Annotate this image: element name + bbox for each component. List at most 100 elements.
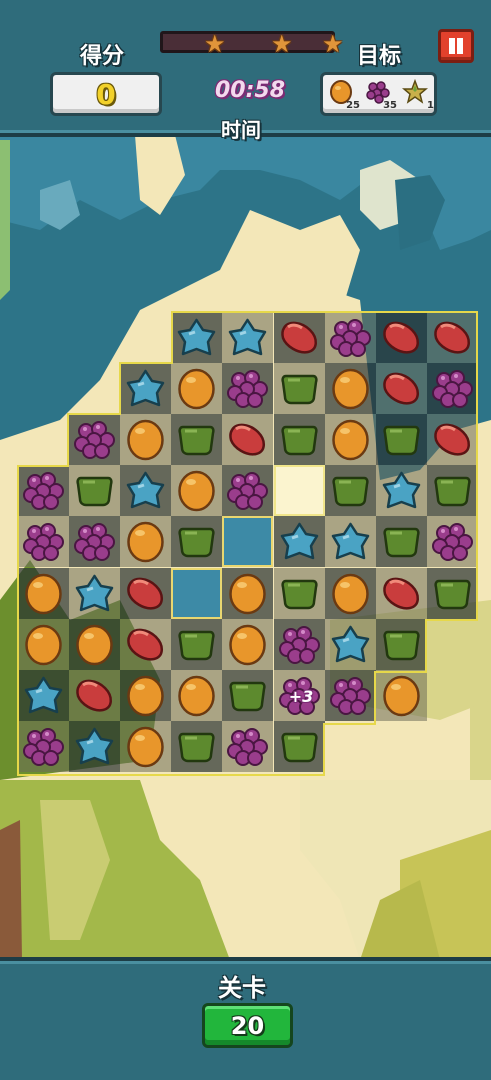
- orange-candy-icon: [124, 418, 167, 461]
- board-cell[interactable]: [325, 312, 376, 363]
- board-cell[interactable]: [427, 363, 478, 414]
- board-cell[interactable]: [274, 516, 325, 567]
- board-cell[interactable]: [376, 670, 427, 721]
- level-value: 20: [230, 1011, 265, 1040]
- board-cell[interactable]: [171, 414, 222, 465]
- board-cell[interactable]: [325, 516, 376, 567]
- board-cell[interactable]: [120, 363, 171, 414]
- orange-candy-icon: [175, 469, 218, 512]
- board-cell[interactable]: [274, 619, 325, 670]
- red-bean-candy-icon: [73, 674, 116, 717]
- grape-candy-icon: [22, 469, 65, 512]
- board-cell[interactable]: [69, 516, 120, 567]
- blue-star-candy-icon: [226, 316, 269, 359]
- grape-candy-icon: [73, 418, 116, 461]
- board-cell[interactable]: [376, 568, 427, 619]
- blue-star-candy-icon: [380, 469, 423, 512]
- board-cell[interactable]: [120, 670, 171, 721]
- board-cell[interactable]: [69, 670, 120, 721]
- board-cell[interactable]: [222, 414, 273, 465]
- board-cell[interactable]: [18, 465, 69, 516]
- orange-candy-icon: [226, 623, 269, 666]
- board-cell[interactable]: [222, 568, 273, 619]
- board-cell[interactable]: [171, 670, 222, 721]
- score-popup: +3: [288, 687, 314, 706]
- board-cell[interactable]: [171, 619, 222, 670]
- grape-candy-icon: [226, 725, 269, 768]
- level-label: 关卡: [218, 974, 266, 1002]
- board-cell[interactable]: [69, 465, 120, 516]
- board-cell[interactable]: [69, 568, 120, 619]
- grape-candy-icon: [431, 520, 474, 563]
- green-leaf-candy-icon: [175, 623, 218, 666]
- board-cell[interactable]: [274, 312, 325, 363]
- board-cell[interactable]: [69, 721, 120, 772]
- board-cell[interactable]: [325, 619, 376, 670]
- grape-candy-icon: [329, 316, 372, 359]
- green-leaf-candy-icon: [278, 418, 321, 461]
- board-cell[interactable]: [222, 363, 273, 414]
- board-cell[interactable]: [222, 619, 273, 670]
- board-cell[interactable]: [222, 721, 273, 772]
- board-cell[interactable]: [325, 414, 376, 465]
- board-cell[interactable]: [376, 516, 427, 567]
- board-cell[interactable]: [18, 670, 69, 721]
- board-cell[interactable]: [120, 516, 171, 567]
- board-cell[interactable]: [69, 414, 120, 465]
- board-cell[interactable]: [171, 721, 222, 772]
- green-leaf-candy-icon: [278, 367, 321, 410]
- board-cell[interactable]: [171, 312, 222, 363]
- board-cell[interactable]: [18, 568, 69, 619]
- board-cell[interactable]: [120, 619, 171, 670]
- board-cell[interactable]: [171, 363, 222, 414]
- board-cell[interactable]: [120, 465, 171, 516]
- board-cell[interactable]: [171, 465, 222, 516]
- blue-star-candy-icon: [73, 572, 116, 615]
- grape-candy-icon: [431, 367, 474, 410]
- green-leaf-candy-icon: [226, 674, 269, 717]
- board-cell[interactable]: [376, 414, 427, 465]
- board-cell[interactable]: [274, 568, 325, 619]
- board-cell[interactable]: [427, 312, 478, 363]
- board-cell[interactable]: [427, 414, 478, 465]
- board-cell[interactable]: [325, 465, 376, 516]
- blue-star-candy-icon: [175, 316, 218, 359]
- board-cell[interactable]: [325, 363, 376, 414]
- board-cell[interactable]: [222, 465, 273, 516]
- level-button[interactable]: 20: [202, 1003, 293, 1048]
- board-cell[interactable]: [69, 619, 120, 670]
- board-cell[interactable]: [274, 721, 325, 772]
- board-cell[interactable]: [120, 721, 171, 772]
- board-cell[interactable]: [274, 363, 325, 414]
- green-leaf-candy-icon: [73, 469, 116, 512]
- board-cell[interactable]: [376, 619, 427, 670]
- board-cell[interactable]: [274, 414, 325, 465]
- board-cell[interactable]: [376, 465, 427, 516]
- red-bean-candy-icon: [380, 572, 423, 615]
- grape-candy-icon: [22, 725, 65, 768]
- red-bean-candy-icon: [380, 316, 423, 359]
- board-cell[interactable]: [18, 619, 69, 670]
- board-cell[interactable]: [120, 568, 171, 619]
- grape-candy-icon: [329, 674, 372, 717]
- board-cell[interactable]: [171, 516, 222, 567]
- empty-cell[interactable]: [274, 465, 325, 516]
- hole-cell[interactable]: [222, 516, 273, 567]
- board-cell[interactable]: [325, 568, 376, 619]
- orange-candy-icon: [22, 572, 65, 615]
- board-cell[interactable]: [376, 363, 427, 414]
- board-cell[interactable]: [427, 568, 478, 619]
- board-cell[interactable]: [427, 516, 478, 567]
- green-leaf-candy-icon: [431, 469, 474, 512]
- board-cell[interactable]: [325, 670, 376, 721]
- blue-star-candy-icon: [329, 623, 372, 666]
- board-cell[interactable]: [120, 414, 171, 465]
- orange-candy-icon: [124, 520, 167, 563]
- board-cell[interactable]: [376, 312, 427, 363]
- board-cell[interactable]: [18, 721, 69, 772]
- board-cell[interactable]: [222, 670, 273, 721]
- board-cell[interactable]: [427, 465, 478, 516]
- board-cell[interactable]: [222, 312, 273, 363]
- hole-cell[interactable]: [171, 568, 222, 619]
- board-cell[interactable]: [18, 516, 69, 567]
